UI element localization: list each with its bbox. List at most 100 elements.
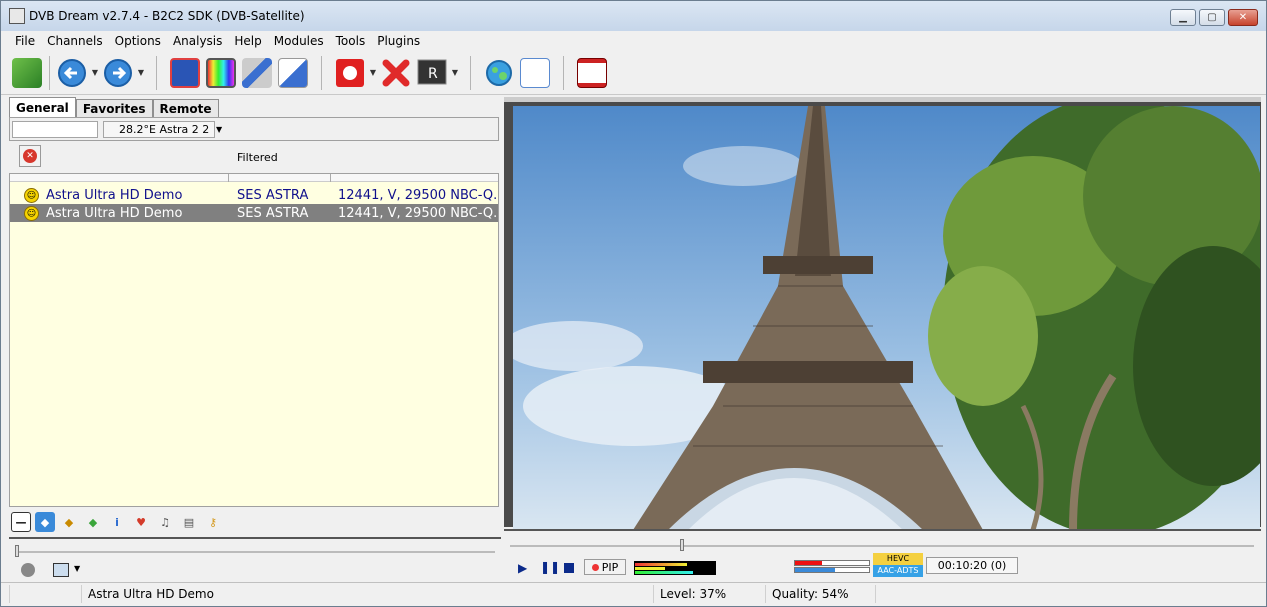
tv-screen-button[interactable] [203,55,239,91]
favorite-icon[interactable]: ♥ [131,512,151,532]
scan-button[interactable] [275,55,311,91]
screen-mode-icon[interactable] [53,563,69,577]
column-divider[interactable] [330,174,331,182]
back-button[interactable] [54,55,90,91]
record-dropdown-arrow[interactable]: ▼ [368,68,378,77]
stop-record-icon [382,59,410,86]
record-button[interactable] [332,55,368,91]
epg-button[interactable] [517,55,553,91]
channel-list-icon [12,57,42,88]
menu-channels[interactable]: Channels [41,34,109,48]
menu-plugins[interactable]: Plugins [371,34,426,48]
app-icon [9,8,25,24]
search-input[interactable] [12,121,98,138]
globe-button[interactable] [481,55,517,91]
channel-name: Astra Ultra HD Demo [46,205,183,221]
settings-button[interactable] [239,55,275,91]
player-controls: ▶ ❚❚ PIP HEVC AAC-ADTS 00:10:20 (0) [504,529,1261,581]
tab-favorites[interactable]: Favorites [75,99,153,118]
signal-meter [794,560,870,574]
recorder-button[interactable]: R [414,55,450,91]
audio-panel: ▼ [9,537,501,581]
collapse-button[interactable]: — [11,512,31,532]
video-codec: HEVC [873,553,923,565]
stop-icon[interactable] [564,563,574,573]
sort-icon[interactable]: ◆ [35,512,55,532]
panel-tabs: General Favorites Remote [9,97,219,118]
fullscreen-button[interactable] [167,55,203,91]
clear-filter-button[interactable]: ✕ [19,145,41,167]
audio-icon[interactable]: ♫ [155,512,175,532]
eiffel-tower-image [513,106,1260,530]
pip-button[interactable]: PIP [584,559,626,575]
volume-slider[interactable] [15,551,495,553]
window-controls: ▁ ▢ ✕ [1170,9,1258,26]
window-title: DVB Dream v2.7.4 - B2C2 SDK (DVB-Satelli… [29,9,305,23]
teletext-icon [577,57,607,88]
recorder-dropdown-arrow[interactable]: ▼ [450,68,460,77]
menu-help[interactable]: Help [228,34,267,48]
back-dropdown-arrow[interactable]: ▼ [90,68,100,77]
channel-list: ☺ Astra Ultra HD Demo SES ASTRA 12441, V… [9,173,499,507]
seek-slider[interactable] [510,545,1254,547]
video-frame [504,97,1261,530]
chevron-down-icon[interactable]: ▼ [74,564,80,573]
tab-remote[interactable]: Remote [152,99,219,118]
speaker-icon[interactable] [21,563,35,577]
signal-level-bar [794,560,870,566]
teletext-button[interactable] [574,55,610,91]
volume-slider-thumb[interactable] [15,545,19,557]
play-icon[interactable]: ▶ [518,561,527,575]
info-icon[interactable]: i [107,512,127,532]
column-divider[interactable] [228,174,229,182]
table-row[interactable]: ☺ Astra Ultra HD Demo SES ASTRA 12441, V… [10,186,498,204]
channel-status-icon: ☺ [24,188,39,203]
fullscreen-icon [170,57,200,88]
audio-vu-meter [634,561,716,575]
back-icon [58,58,86,87]
warning-icon[interactable]: ◆ [59,512,79,532]
channel-panel: General Favorites Remote 28.2°E Astra 2 … [9,97,501,537]
channel-frequency: 12441, V, 29500 NBC-Q... [338,205,498,221]
stop-record-button[interactable] [378,55,414,91]
pause-icon[interactable]: ❚❚ [540,560,560,574]
forward-dropdown-arrow[interactable]: ▼ [136,68,146,77]
channel-provider: SES ASTRA [237,187,309,203]
tab-general[interactable]: General [9,97,76,118]
globe-icon [486,59,512,86]
maximize-button[interactable]: ▢ [1199,9,1225,26]
status-cell-empty [875,585,1261,603]
menu-analysis[interactable]: Analysis [167,34,228,48]
list-tools: — ◆ ◆ ◆ i ♥ ♫ ▤ ⚷ [9,511,499,533]
table-row[interactable]: ☺ Astra Ultra HD Demo SES ASTRA 12441, V… [10,204,498,222]
close-button[interactable]: ✕ [1228,9,1258,26]
epg-icon [520,57,550,88]
channel-provider: SES ASTRA [237,205,309,221]
add-icon[interactable]: ◆ [83,512,103,532]
status-bar: Astra Ultra HD Demo Level: 37% Quality: … [1,582,1266,606]
recorder-icon: R [417,59,447,84]
menu-bar: File Channels Options Analysis Help Modu… [1,31,1266,51]
satellite-select[interactable]: 28.2°E Astra 2 2 [103,121,215,138]
minimize-button[interactable]: ▁ [1170,9,1196,26]
menu-tools[interactable]: Tools [330,34,372,48]
list-header [10,174,498,182]
audio-codec: AAC-ADTS [873,565,923,577]
toolbar-separator [156,55,157,90]
menu-options[interactable]: Options [109,34,167,48]
document-icon[interactable]: ▤ [179,512,199,532]
menu-modules[interactable]: Modules [268,34,330,48]
pip-label: PIP [601,560,619,574]
svg-text:R: R [428,66,438,82]
seek-slider-thumb[interactable] [680,539,684,551]
key-icon[interactable]: ⚷ [203,512,223,532]
video-display[interactable] [513,106,1260,530]
channel-list-button[interactable] [9,55,45,91]
playback-time: 00:10:20 (0) [926,557,1018,574]
menu-file[interactable]: File [9,34,41,48]
signal-quality-fill [795,568,835,572]
forward-button[interactable] [100,55,136,91]
chevron-down-icon[interactable]: ▼ [216,125,222,134]
vu-bar-right [635,571,693,574]
forward-icon [104,58,132,87]
